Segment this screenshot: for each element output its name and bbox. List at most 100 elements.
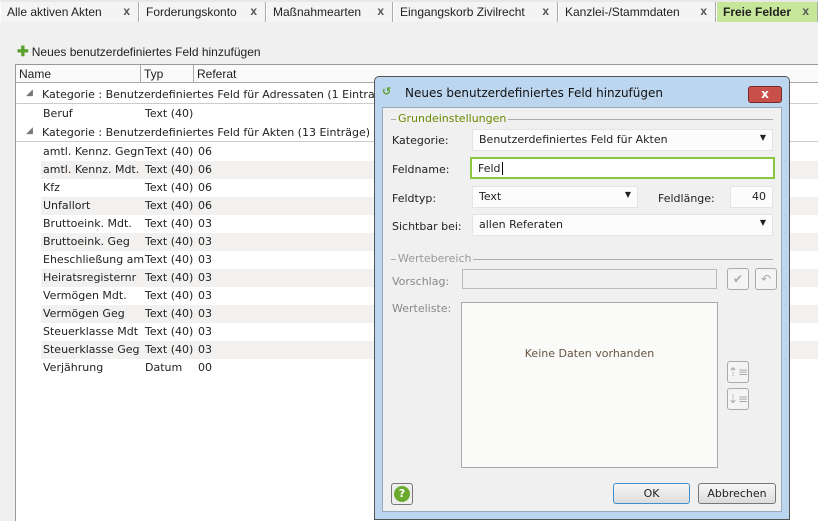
cell-name: Bruttoeink. Geg (43, 235, 130, 248)
cell-referat: 03 (198, 217, 212, 230)
close-tab-icon[interactable]: x (802, 4, 809, 18)
cell-name: Steuerklasse Geg (43, 343, 140, 356)
cell-typ: Text (40) (145, 107, 194, 120)
move-up-icon[interactable]: ⇡≡ (727, 361, 749, 383)
check-icon[interactable]: ✔ (727, 268, 749, 290)
cell-referat: 06 (198, 181, 212, 194)
cell-referat: 03 (198, 253, 212, 266)
cell-referat: 06 (198, 163, 212, 176)
close-tab-icon[interactable]: x (542, 4, 549, 18)
feldlaenge-input[interactable]: 40 (730, 186, 773, 208)
cell-name: Steuerklasse Mdt (43, 325, 139, 338)
cancel-button[interactable]: Abbrechen (698, 483, 776, 504)
cell-referat: 03 (198, 235, 212, 248)
cell-name: amtl. Kennz. Mdt. (43, 163, 140, 176)
cell-typ: Text (40) (145, 289, 194, 302)
cell-typ: Text (40) (145, 145, 194, 158)
group-title: Kategorie : Benutzerdefiniertes Feld für… (42, 126, 371, 139)
tab-5[interactable]: Freie Felder x (716, 2, 818, 22)
feldname-input[interactable]: Feld (470, 157, 775, 179)
close-tab-icon[interactable]: x (123, 4, 130, 18)
feldname-value: Feld (478, 162, 501, 175)
cell-name: Unfallort (43, 199, 91, 212)
cell-name: Vermögen Geg (43, 307, 125, 320)
tab-label: Eingangskorb Zivilrecht (400, 5, 525, 19)
cell-referat: 03 (198, 343, 212, 356)
chevron-down-icon: ▼ (759, 218, 766, 227)
feldlaenge-label: Feldlänge: (658, 192, 715, 205)
move-down-icon[interactable]: ⇣≡ (727, 388, 749, 410)
werteliste-list[interactable]: Keine Daten vorhanden (461, 302, 718, 468)
section-title: Grundeinstellungen (396, 112, 509, 125)
cell-typ: Text (40) (145, 235, 194, 248)
cell-typ: Text (40) (145, 307, 194, 320)
close-tab-icon[interactable]: x (250, 4, 257, 18)
sichtbar-value: allen Referaten (479, 218, 563, 231)
ok-button[interactable]: OK (613, 483, 690, 504)
add-field-label: Neues benutzerdefiniertes Feld hinzufüge… (31, 45, 261, 59)
feldtyp-select[interactable]: Text ▼ (472, 186, 638, 208)
add-field-button[interactable]: ✚ Neues benutzerdefiniertes Feld hinzufüg… (17, 43, 261, 60)
cell-name: Heiratsregisternr (43, 271, 137, 284)
cell-typ: Text (40) (145, 199, 194, 212)
tab-label: Kanzlei-/Stammdaten (565, 5, 680, 19)
cell-referat: 06 (198, 145, 212, 158)
cell-name: Eheschließung am (43, 253, 145, 266)
cell-referat: 03 (198, 289, 212, 302)
tab-2[interactable]: Maßnahmearten x (266, 2, 393, 22)
tab-3[interactable]: Eingangskorb Zivilrecht x (393, 2, 558, 22)
tab-label: Maßnahmearten (273, 5, 362, 19)
section-title: Wertebereich (396, 252, 474, 265)
cell-name: Beruf (43, 107, 73, 120)
cell-typ: Text (40) (145, 271, 194, 284)
cell-typ: Datum (145, 361, 183, 374)
sichtbar-select[interactable]: allen Referaten ▼ (472, 214, 773, 236)
cell-referat: 03 (198, 271, 212, 284)
tab-4[interactable]: Kanzlei-/Stammdaten x (558, 2, 716, 22)
feldtyp-label: Feldtyp: (392, 192, 437, 205)
section-grundeinstellungen: Grundeinstellungen (391, 112, 773, 125)
tab-label: Alle aktiven Akten (7, 5, 102, 19)
feldname-label: Feldname: (392, 163, 450, 176)
cell-referat: 00 (198, 361, 212, 374)
cell-referat: 03 (198, 307, 212, 320)
tab-bar: Alle aktiven Akten x Forderungskonto x Maßna… (0, 0, 818, 22)
cell-typ: Text (40) (145, 325, 194, 338)
vorschlag-label: Vorschlag: (392, 275, 450, 288)
werteliste-label: Werteliste: (392, 302, 452, 315)
collapse-icon[interactable]: ◢ (26, 126, 33, 136)
app-icon: ↺ (382, 85, 392, 98)
add-field-dialog: ↺ Neues benutzerdefiniertes Feld hinzufü… (374, 76, 790, 520)
cell-typ: Text (40) (145, 253, 194, 266)
cell-name: amtl. Kennz. Gegn (43, 145, 145, 158)
cell-referat: 06 (198, 199, 212, 212)
tab-0[interactable]: Alle aktiven Akten x (0, 2, 139, 22)
close-tab-icon[interactable]: x (700, 4, 707, 18)
undo-icon[interactable]: ↶ (755, 268, 777, 290)
cell-referat: 03 (198, 325, 212, 338)
cell-typ: Text (40) (145, 163, 194, 176)
feldtyp-value: Text (479, 190, 502, 203)
close-button[interactable]: x (748, 86, 782, 103)
plus-icon: ✚ (17, 43, 29, 59)
column-header-name[interactable]: Name (16, 65, 141, 83)
close-tab-icon[interactable]: x (377, 4, 384, 18)
vorschlag-input[interactable] (462, 269, 717, 289)
kategorie-label: Kategorie: (392, 134, 449, 147)
tab-1[interactable]: Forderungskonto x (139, 2, 266, 22)
tab-label: Freie Felder (723, 5, 792, 19)
cell-typ: Text (40) (145, 217, 194, 230)
kategorie-select[interactable]: Benutzerdefiniertes Feld für Akten ▼ (472, 129, 773, 151)
cell-name: Kfz (43, 181, 60, 194)
kategorie-value: Benutzerdefiniertes Feld für Akten (479, 133, 668, 146)
cell-name: Verjährung (43, 361, 104, 374)
collapse-icon[interactable]: ◢ (26, 88, 33, 98)
sichtbar-label: Sichtbar bei: (392, 220, 462, 233)
chevron-down-icon: ▼ (624, 190, 631, 199)
chevron-down-icon: ▼ (759, 133, 766, 142)
column-header-typ[interactable]: Typ (141, 65, 194, 83)
text-cursor (501, 162, 503, 175)
cell-typ: Text (40) (145, 181, 194, 194)
help-button[interactable]: ? (391, 483, 413, 505)
dialog-title: Neues benutzerdefiniertes Feld hinzufüge… (405, 86, 663, 100)
